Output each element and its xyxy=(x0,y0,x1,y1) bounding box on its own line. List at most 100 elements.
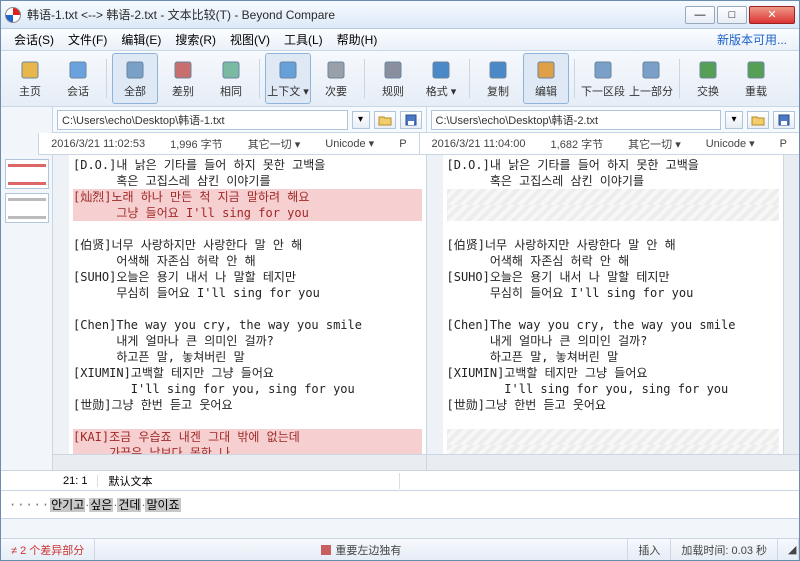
format-icon xyxy=(430,59,452,81)
text-line[interactable]: [D.O.]내 낡은 기타를 들어 하지 못한 고백을 xyxy=(73,157,422,173)
thumb-right[interactable] xyxy=(5,193,49,223)
right-other-drop[interactable]: 其它一切 ▾ xyxy=(620,136,689,152)
text-line[interactable] xyxy=(447,413,780,429)
right-stats: 2016/3/21 11:04:00 1,682 字节 其它一切 ▾ Unico… xyxy=(420,133,799,154)
right-text[interactable]: [D.O.]내 낡은 기타를 들어 하지 못한 고백을 혹은 고집스레 삼킨 이… xyxy=(443,155,784,454)
left-path-input[interactable] xyxy=(57,110,348,130)
menu-会话(S)[interactable]: 会话(S) xyxy=(7,29,61,50)
text-line[interactable] xyxy=(447,445,780,454)
text-line[interactable]: 하고픈 말, 놓쳐버린 말 xyxy=(73,349,422,365)
text-line[interactable]: [SUHO]오늘은 용기 내서 나 말할 테지만 xyxy=(73,269,422,285)
menu-编辑(E)[interactable]: 编辑(E) xyxy=(114,29,168,50)
all-icon xyxy=(124,59,146,81)
preview-dots: ····· xyxy=(9,498,50,512)
left-encoding-drop[interactable]: Unicode ▾ xyxy=(317,137,382,150)
tb-prevdiff[interactable]: 上一部分 xyxy=(628,53,674,104)
tb-rules[interactable]: 规则 xyxy=(370,53,416,104)
tb-swap[interactable]: 交换 xyxy=(685,53,731,104)
right-hscroll[interactable] xyxy=(427,454,800,470)
text-line[interactable] xyxy=(447,429,780,445)
tb-home[interactable]: 主页 xyxy=(7,53,53,104)
prevdiff-icon xyxy=(640,59,662,81)
edit-icon xyxy=(535,59,557,81)
close-button[interactable]: ✕ xyxy=(749,6,795,24)
left-text[interactable]: [D.O.]내 낡은 기타를 들어 하지 못한 고백을 혹은 고집스레 삼킨 이… xyxy=(69,155,426,454)
text-line[interactable]: [XIUMIN]고백할 테지만 그냥 들어요 xyxy=(447,365,780,381)
left-gutter xyxy=(53,155,69,454)
left-size: 1,996 字节 xyxy=(162,136,231,152)
text-line[interactable]: [世勋]그냥 한번 듣고 웃어요 xyxy=(447,397,780,413)
left-open-button[interactable] xyxy=(374,111,396,129)
text-line[interactable]: 어색해 자존심 허락 안 해 xyxy=(73,253,422,269)
menu-帮助(H)[interactable]: 帮助(H) xyxy=(330,29,385,50)
text-line[interactable] xyxy=(73,413,422,429)
text-line[interactable]: [世勋]그냥 한번 듣고 웃어요 xyxy=(73,397,422,413)
text-line[interactable]: [Chen]The way you cry, the way you smile xyxy=(447,317,780,333)
right-path-drop[interactable]: ▾ xyxy=(725,111,743,129)
right-open-button[interactable] xyxy=(747,111,769,129)
tb-reload[interactable]: 重载 xyxy=(733,53,779,104)
text-line[interactable]: [XIUMIN]고백할 테지만 그냥 들어요 xyxy=(73,365,422,381)
left-other-drop[interactable]: 其它一切 ▾ xyxy=(240,136,309,152)
tb-context[interactable]: 上下文 ▾ xyxy=(265,53,311,104)
text-line[interactable]: 혹은 고집스레 삼킨 이야기를 xyxy=(447,173,780,189)
text-line[interactable]: 무심히 들어요 I'll sing for you xyxy=(73,285,422,301)
text-line[interactable]: [伯贤]너무 사랑하지만 사랑한다 말 안 해 xyxy=(73,237,422,253)
menu-搜索(R)[interactable]: 搜索(R) xyxy=(168,29,223,50)
right-path-input[interactable] xyxy=(431,110,722,130)
tb-sessions[interactable]: 会话 xyxy=(55,53,101,104)
tb-all[interactable]: 全部 xyxy=(112,53,158,104)
text-line[interactable]: 내게 얼마나 큰 의미인 걸까? xyxy=(447,333,780,349)
tb-same[interactable]: 相同 xyxy=(208,53,254,104)
right-encoding-drop[interactable]: Unicode ▾ xyxy=(698,137,763,150)
tb-edit[interactable]: 编辑 xyxy=(523,53,569,104)
menu-视图(V)[interactable]: 视图(V) xyxy=(223,29,277,50)
text-line[interactable]: 가끔은 남보다 못한 나 xyxy=(73,445,422,454)
tb-format[interactable]: 格式 ▾ xyxy=(418,53,464,104)
menu-文件(F)[interactable]: 文件(F) xyxy=(61,29,114,50)
right-save-button[interactable] xyxy=(773,111,795,129)
thumbnail-column[interactable] xyxy=(1,155,53,470)
rules-icon xyxy=(382,59,404,81)
text-line[interactable] xyxy=(447,301,780,317)
titlebar[interactable]: 韩语-1.txt <--> 韩语-2.txt - 文本比较(T) - Beyon… xyxy=(1,1,799,29)
preview-token: 안기고 xyxy=(50,498,85,512)
window-title: 韩语-1.txt <--> 韩语-2.txt - 文本比较(T) - Beyon… xyxy=(27,6,685,23)
text-line[interactable]: 혹은 고집스레 삼킨 이야기를 xyxy=(73,173,422,189)
tb-minor[interactable]: 次要 xyxy=(313,53,359,104)
text-line[interactable]: [伯贤]너무 사랑하지만 사랑한다 말 안 해 xyxy=(447,237,780,253)
text-line[interactable]: 무심히 들어요 I'll sing for you xyxy=(447,285,780,301)
menu-工具(L)[interactable]: 工具(L) xyxy=(277,29,330,50)
menubar: 会话(S)文件(F)编辑(E)搜索(R)视图(V)工具(L)帮助(H) 新版本可… xyxy=(1,29,799,51)
text-line[interactable]: 그냥 들어요 I'll sing for you xyxy=(73,205,422,221)
maximize-button[interactable]: □ xyxy=(717,6,747,24)
text-line[interactable] xyxy=(73,301,422,317)
text-line[interactable] xyxy=(447,205,780,221)
text-line[interactable]: [SUHO]오늘은 용기 내서 나 말할 테지만 xyxy=(447,269,780,285)
text-line[interactable]: 하고픈 말, 놓쳐버린 말 xyxy=(447,349,780,365)
minimize-button[interactable]: — xyxy=(685,6,715,24)
text-line[interactable] xyxy=(447,189,780,205)
text-line[interactable]: [灿烈]노래 하나 만든 척 지금 말하려 해요 xyxy=(73,189,422,205)
text-line[interactable] xyxy=(447,221,780,237)
text-line[interactable]: 내게 얼마나 큰 의미인 걸까? xyxy=(73,333,422,349)
text-line[interactable]: I'll sing for you, sing for you xyxy=(447,381,780,397)
tb-copy[interactable]: 复制 xyxy=(475,53,521,104)
text-line[interactable]: [D.O.]내 낡은 기타를 들어 하지 못한 고백을 xyxy=(447,157,780,173)
text-line[interactable] xyxy=(73,221,422,237)
resize-grip[interactable]: ◢ xyxy=(778,539,799,560)
tb-diffs[interactable]: 差别 xyxy=(160,53,206,104)
new-version-link[interactable]: 新版本可用... xyxy=(717,31,793,48)
diffs-icon xyxy=(172,59,194,81)
left-save-button[interactable] xyxy=(400,111,422,129)
text-line[interactable]: [Chen]The way you cry, the way you smile xyxy=(73,317,422,333)
left-hscroll[interactable] xyxy=(53,454,426,470)
thumb-left[interactable] xyxy=(5,159,49,189)
text-line[interactable]: 어색해 자존심 허락 안 해 xyxy=(447,253,780,269)
left-path-drop[interactable]: ▾ xyxy=(352,111,370,129)
vscroll[interactable] xyxy=(783,155,799,454)
tb-nextdiff[interactable]: 下一区段 xyxy=(580,53,626,104)
preview-split[interactable] xyxy=(1,518,799,538)
text-line[interactable]: [KAI]조금 우습죠 내겐 그대 밖에 없는데 xyxy=(73,429,422,445)
text-line[interactable]: I'll sing for you, sing for you xyxy=(73,381,422,397)
